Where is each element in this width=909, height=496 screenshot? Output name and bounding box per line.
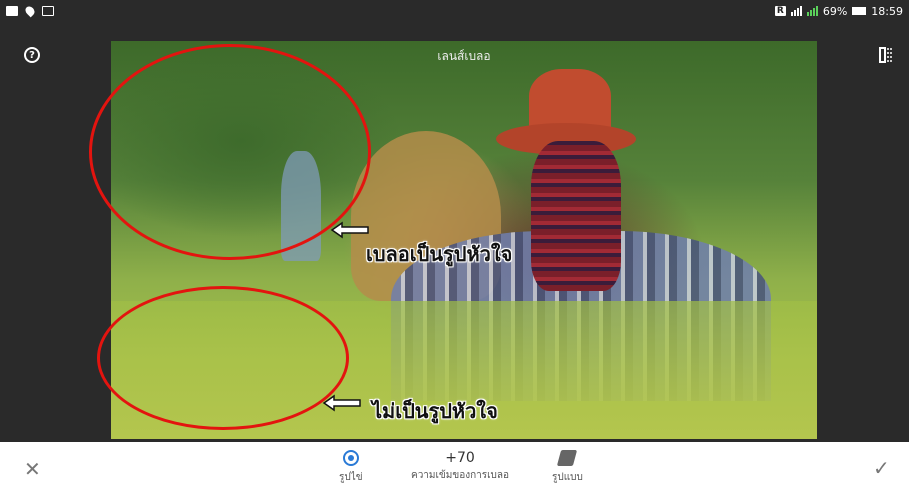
tool-ellipse[interactable]: รูปไข่ bbox=[339, 450, 363, 485]
signal-2-icon bbox=[806, 6, 818, 16]
battery-percent: 69% bbox=[822, 4, 848, 18]
status-left-icons bbox=[6, 4, 54, 18]
mail-icon bbox=[42, 6, 54, 16]
arrow-left-icon bbox=[322, 394, 361, 412]
tool-ellipse-label: รูปไข่ bbox=[339, 472, 363, 483]
tool-style[interactable]: รูปแบบ bbox=[552, 450, 583, 485]
tool-blur-strength[interactable]: +70 ความเข้มของการเบลอ bbox=[411, 450, 509, 483]
help-circle-icon[interactable]: ? bbox=[24, 47, 40, 63]
bottom-toolbar: ✕ รูปไข่ +70 ความเข้มของการเบลอ รูปแบบ ✓ bbox=[0, 442, 909, 496]
drop-icon bbox=[23, 4, 37, 18]
gallery-icon bbox=[6, 6, 18, 16]
close-icon[interactable]: ✕ bbox=[24, 459, 42, 479]
roaming-badge: R bbox=[774, 6, 786, 16]
arrow-left-icon bbox=[330, 221, 369, 239]
checkmark-icon[interactable]: ✓ bbox=[873, 458, 893, 478]
signal-icon bbox=[790, 6, 802, 16]
compare-icon[interactable] bbox=[877, 46, 895, 64]
battery-icon bbox=[852, 7, 867, 15]
style-cards-icon bbox=[557, 450, 578, 466]
annotation-ellipse-bottom bbox=[97, 286, 349, 430]
status-time: 18:59 bbox=[871, 4, 903, 18]
ellipse-target-icon bbox=[342, 450, 359, 466]
annotation-ellipse-top bbox=[89, 44, 371, 260]
annotation-note-2: ไม่เป็นรูปหัวใจ bbox=[372, 399, 498, 423]
annotation-note-1: เบลอเป็นรูปหัวใจ bbox=[366, 242, 513, 266]
status-bar: R 69% 18:59 bbox=[0, 0, 909, 22]
blur-strength-value: +70 bbox=[445, 450, 475, 466]
scarecrow-face bbox=[531, 141, 621, 291]
tool-style-label: รูปแบบ bbox=[552, 472, 583, 483]
blur-strength-label: ความเข้มของการเบลอ bbox=[411, 470, 510, 481]
status-right: R 69% 18:59 bbox=[774, 4, 903, 18]
